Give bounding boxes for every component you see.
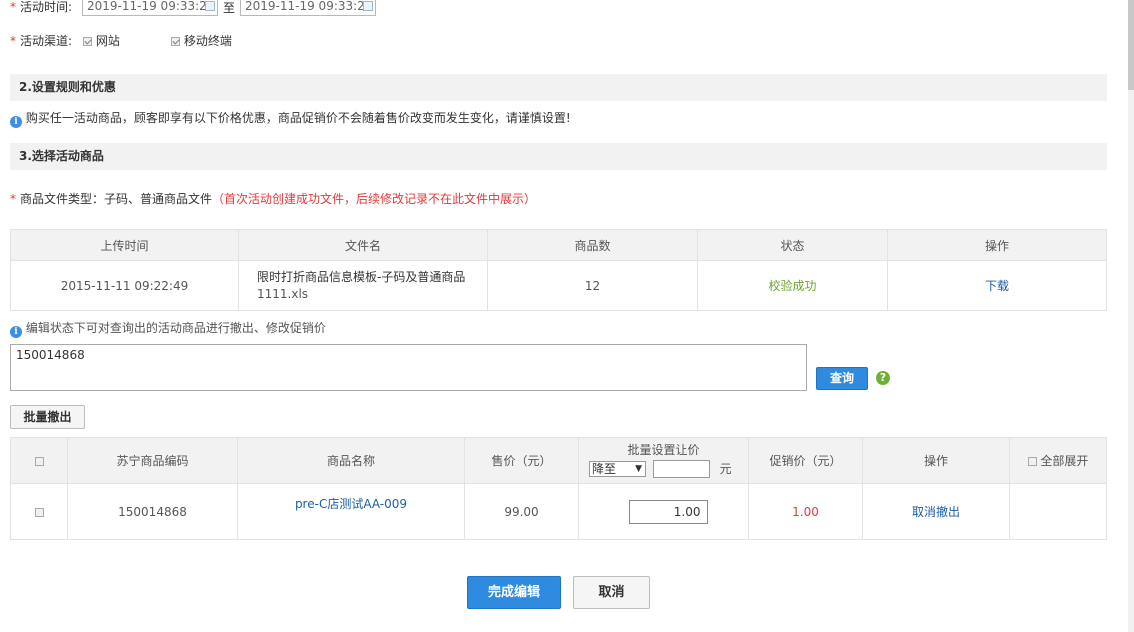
required-star: * xyxy=(10,34,16,48)
upload-time: 2015-11-11 09:22:49 xyxy=(10,260,239,311)
batch-withdraw-button[interactable]: 批量撤出 xyxy=(10,405,85,429)
calendar-icon[interactable] xyxy=(205,1,215,11)
help-icon[interactable]: ? xyxy=(876,371,890,385)
required-star: * xyxy=(10,0,16,14)
row-checkbox[interactable] xyxy=(34,507,44,517)
header-upload-time: 上传时间 xyxy=(10,229,239,261)
channel-web-label: 网站 xyxy=(95,34,120,48)
required-star: * xyxy=(10,192,16,206)
chevron-down-icon: ▼ xyxy=(635,464,642,474)
query-value: 150014868 xyxy=(16,348,85,362)
channel-web-checkbox[interactable] xyxy=(83,37,92,46)
product-count: 12 xyxy=(487,260,698,311)
info-icon: i xyxy=(10,116,22,128)
rules-info-text: 购买任一活动商品，顾客即享有以下价格优惠，商品促销价不会随着售价改变而发生变化，… xyxy=(25,111,571,125)
header-price: 售价（元） xyxy=(464,437,579,484)
file-type-label: 商品文件类型：子码、普通商品文件 xyxy=(20,192,213,206)
promo-price: 1.00 xyxy=(748,483,863,540)
file-name: 限时打折商品信息模板-子码及普通商品 1111.xls xyxy=(238,260,488,311)
header-product-count: 商品数 xyxy=(487,229,698,261)
file-name-line2: 1111.xls xyxy=(257,286,309,301)
activity-channel-label: 活动渠道: xyxy=(20,34,73,48)
header-name: 商品名称 xyxy=(237,437,465,484)
batch-select[interactable]: 降至 ▼ xyxy=(589,461,646,477)
activity-time-label: 活动时间: xyxy=(20,0,73,14)
file-type-note: （首次活动创建成功文件，后续修改记录不在此文件中展示） xyxy=(212,192,537,206)
select-all-checkbox[interactable] xyxy=(34,456,44,466)
info-icon: i xyxy=(10,326,22,338)
activity-channel-row: * 活动渠道: xyxy=(10,33,72,49)
end-time-input[interactable]: 2019-11-19 09:33:29 xyxy=(240,0,376,16)
product-table-header: 苏宁商品编码 商品名称 售价（元） 批量设置让价 降至 ▼ 元 促销价（元） 操作… xyxy=(10,437,1107,484)
section-select-title: 3.选择活动商品 xyxy=(10,143,1107,170)
channel-web[interactable]: 网站 xyxy=(83,33,120,49)
activity-time-row: * 活动时间: xyxy=(10,0,72,18)
header-file-name: 文件名 xyxy=(238,229,488,261)
to-label: 至 xyxy=(223,1,236,15)
query-button[interactable]: 查询 xyxy=(816,367,868,390)
row-expand xyxy=(1009,483,1107,540)
header-operation: 操作 xyxy=(887,229,1107,261)
batch-title: 批量设置让价 xyxy=(627,443,700,457)
done-edit-button[interactable]: 完成编辑 xyxy=(467,576,561,609)
table-row: 2015-11-11 09:22:49 限时打折商品信息模板-子码及普通商品 1… xyxy=(10,260,1107,311)
product-price: 99.00 xyxy=(464,483,579,540)
cancel-button[interactable]: 取消 xyxy=(573,576,650,609)
product-code: 150014868 xyxy=(67,483,238,540)
batch-select-value: 降至 xyxy=(592,462,617,476)
edit-tip-text: 编辑状态下可对查询出的活动商品进行撤出、修改促销价 xyxy=(25,321,326,335)
channel-mobile-label: 移动终端 xyxy=(183,34,232,48)
expand-all-checkbox[interactable] xyxy=(1027,457,1037,466)
header-promo: 促销价（元） xyxy=(748,437,863,484)
product-table: 苏宁商品编码 商品名称 售价（元） 批量设置让价 降至 ▼ 元 促销价（元） 操作… xyxy=(10,437,1107,540)
header-select xyxy=(10,437,68,484)
batch-controls: 降至 ▼ 元 xyxy=(580,460,747,478)
file-type-row: * 商品文件类型：子码、普通商品文件（首次活动创建成功文件，后续修改记录不在此文件… xyxy=(10,191,536,207)
batch-unit: 元 xyxy=(719,461,732,476)
scrollbar[interactable] xyxy=(1128,0,1134,632)
header-batch: 批量设置让价 降至 ▼ 元 xyxy=(578,437,749,484)
cancel-withdraw-link[interactable]: 取消撤出 xyxy=(862,483,1010,540)
header-op: 操作 xyxy=(862,437,1010,484)
promo-price-input[interactable]: 1.00 xyxy=(628,499,708,524)
file-name-line1: 限时打折商品信息模板-子码及普通商品 xyxy=(257,269,466,284)
row-select xyxy=(10,483,68,540)
header-code: 苏宁商品编码 xyxy=(67,437,238,484)
edit-tip: i 编辑状态下可对查询出的活动商品进行撤出、修改促销价 xyxy=(10,320,326,338)
header-status: 状态 xyxy=(697,229,888,261)
promo-input-cell: 1.00 xyxy=(578,483,749,540)
start-time-input[interactable]: 2019-11-19 09:33:28 xyxy=(82,0,218,16)
section-rules-title: 2.设置规则和优惠 xyxy=(10,74,1107,101)
scrollbar-thumb[interactable] xyxy=(1128,0,1134,90)
start-time-value: 2019-11-19 09:33:28 xyxy=(87,0,215,13)
download-link[interactable]: 下载 xyxy=(887,260,1107,311)
status-text: 校验成功 xyxy=(697,260,888,311)
query-textarea[interactable]: 150014868 xyxy=(10,344,807,391)
expand-all-label: 全部展开 xyxy=(1040,454,1089,468)
rules-info: i 购买任一活动商品，顾客即享有以下价格优惠，商品促销价不会随着售价改变而发生变… xyxy=(10,110,571,128)
channel-mobile[interactable]: 移动终端 xyxy=(171,33,232,49)
header-expand: 全部展开 xyxy=(1009,437,1107,484)
product-name-link[interactable]: pre-C店测试AA-009 xyxy=(237,483,465,540)
file-table-header: 上传时间 文件名 商品数 状态 操作 xyxy=(10,229,1107,261)
channel-mobile-checkbox[interactable] xyxy=(171,37,180,46)
batch-value-input[interactable] xyxy=(652,460,710,478)
end-time-value: 2019-11-19 09:33:29 xyxy=(245,0,373,13)
file-table: 上传时间 文件名 商品数 状态 操作 2015-11-11 09:22:49 限… xyxy=(10,229,1107,311)
calendar-icon[interactable] xyxy=(363,1,373,11)
table-row: 150014868 pre-C店测试AA-009 99.00 1.00 1.00… xyxy=(10,483,1107,540)
